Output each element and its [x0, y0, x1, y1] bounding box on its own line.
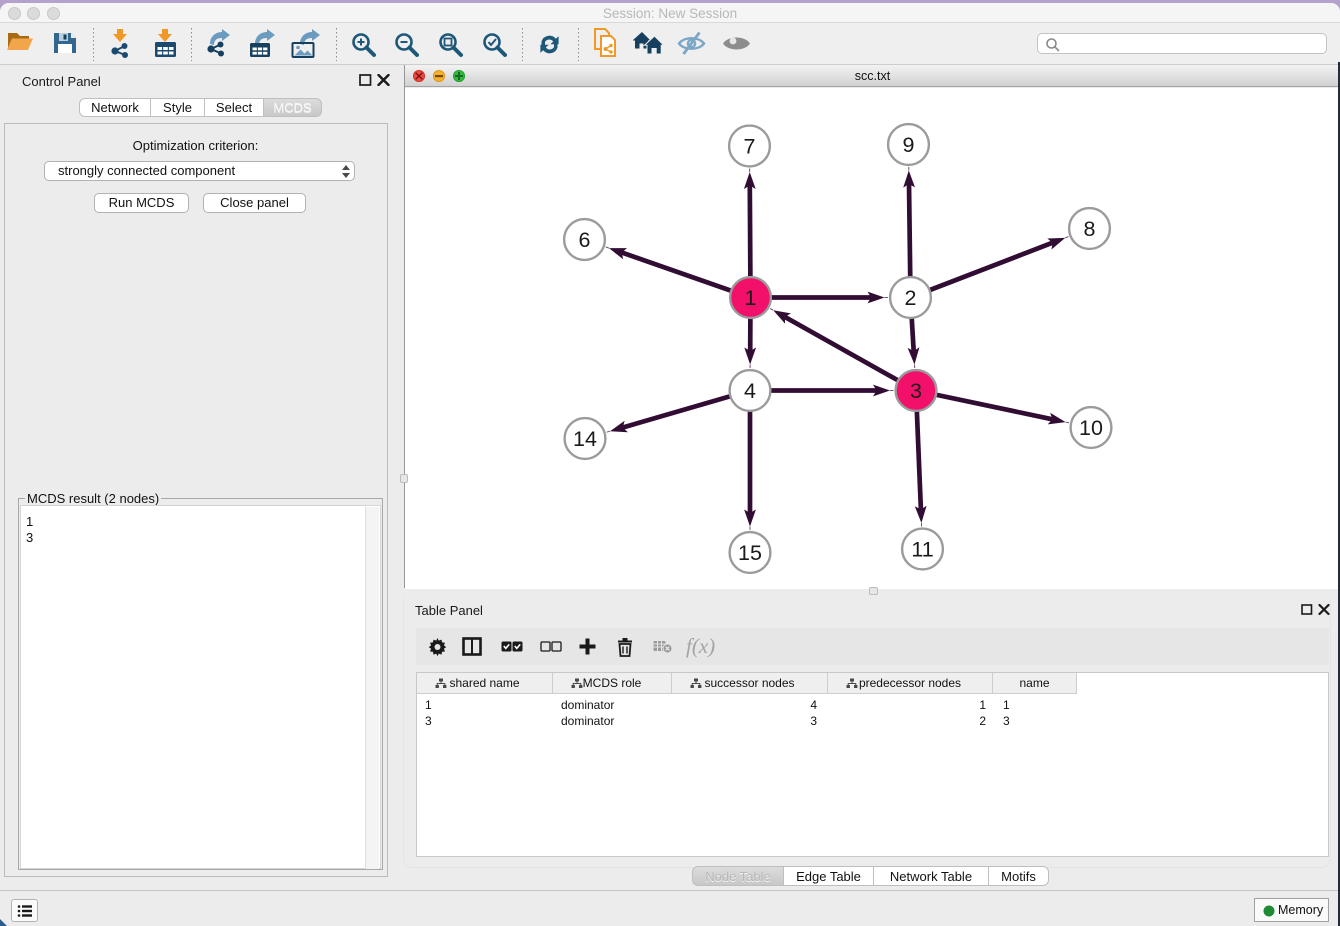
svg-text:9: 9 — [903, 133, 915, 157]
svg-text:3: 3 — [910, 379, 922, 403]
svg-text:15: 15 — [738, 541, 762, 565]
svg-text:11: 11 — [911, 538, 933, 562]
svg-text:4: 4 — [744, 379, 756, 403]
svg-text:14: 14 — [573, 427, 597, 451]
svg-text:1: 1 — [745, 286, 757, 310]
svg-text:10: 10 — [1079, 416, 1103, 440]
svg-text:2: 2 — [905, 286, 917, 310]
svg-text:7: 7 — [744, 135, 756, 159]
svg-text:8: 8 — [1084, 217, 1096, 241]
svg-text:6: 6 — [579, 228, 591, 252]
